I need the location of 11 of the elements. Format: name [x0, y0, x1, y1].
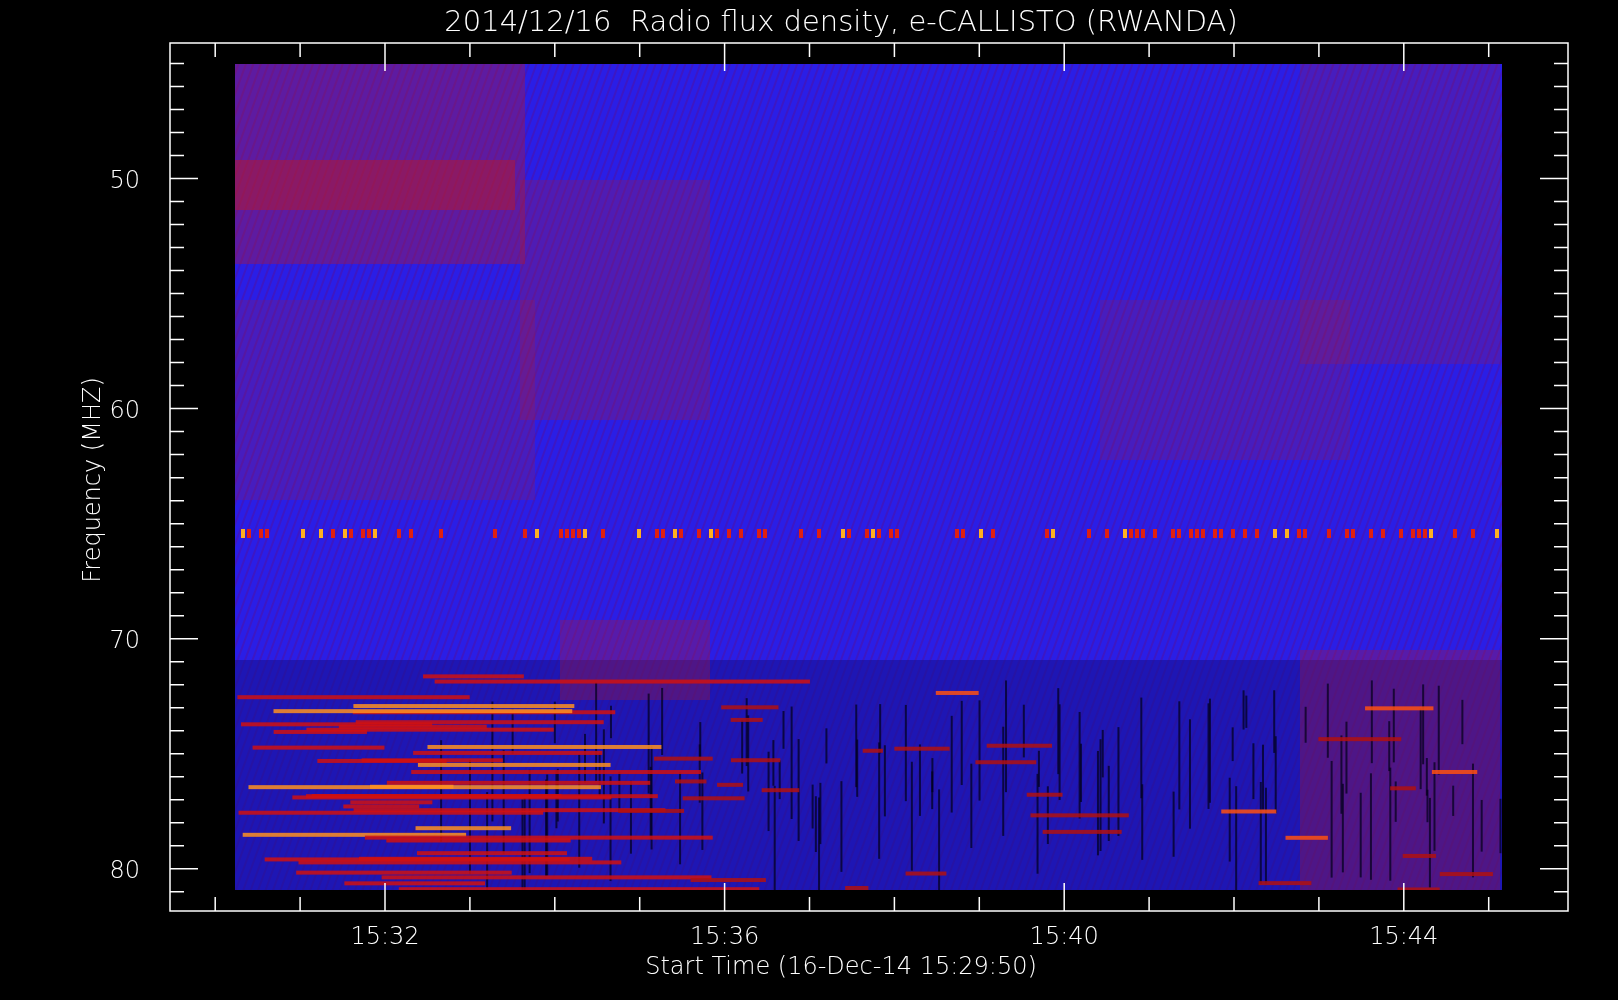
axis-tick-label: 15:32 — [350, 922, 420, 950]
axis-title: Frequency (MHZ) — [78, 377, 106, 583]
axis-tick-label: 15:40 — [1029, 922, 1099, 950]
axis-tick-label: 80 — [109, 855, 140, 884]
axis-tick-label: 60 — [109, 395, 140, 424]
axis-title: Start Time (16-Dec-14 15:29:50) — [645, 952, 1037, 980]
axis-tick-label: 15:44 — [1369, 922, 1439, 950]
chart-title: 2014/12/16 Radio flux density, e-CALLISTO (RWANDA) — [444, 4, 1238, 38]
axis-tick-label: 70 — [109, 625, 140, 654]
axis-tick-label: 50 — [109, 165, 140, 194]
axis-tick-label: 15:36 — [690, 922, 760, 950]
